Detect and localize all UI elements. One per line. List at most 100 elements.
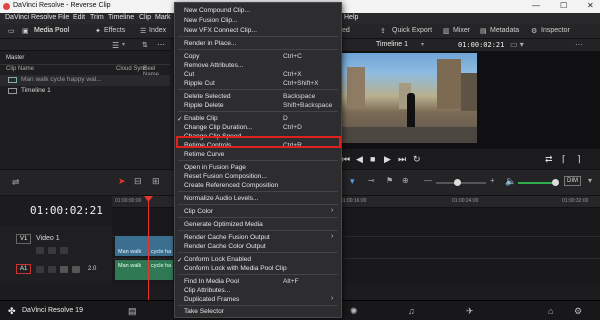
menu-render-cache-color-output[interactable]: Render Cache Color Output	[184, 243, 266, 250]
lock-audio-track-icon[interactable]	[36, 266, 44, 273]
menu-retime-curve[interactable]: Retime Curve	[184, 151, 224, 158]
menu-mark[interactable]: Mark	[155, 14, 171, 21]
zoom-in-icon[interactable]: +	[490, 176, 495, 185]
menu-enable-clip[interactable]: Enable Clip	[184, 115, 218, 122]
sort-icon[interactable]: ⇅	[142, 41, 148, 49]
auto-select-icon[interactable]	[48, 247, 56, 254]
metadata-button[interactable]: Metadata	[490, 27, 519, 34]
chevron-down-icon[interactable]: ▾	[122, 41, 125, 48]
play-icon[interactable]: ▶	[384, 154, 391, 165]
inspector-button[interactable]: Inspector	[541, 27, 570, 34]
more-options-icon[interactable]: ⋯	[575, 40, 583, 49]
close-button[interactable]: ✕	[587, 1, 594, 10]
play-reverse-icon[interactable]: ◀	[356, 154, 363, 165]
menu-create-referenced-composition[interactable]: Create Referenced Composition	[184, 182, 278, 189]
menu-new-compound-clip[interactable]: New Compound Clip...	[184, 7, 250, 14]
track-visibility-icon[interactable]	[60, 247, 68, 254]
mixer-icon[interactable]: ▥	[443, 27, 450, 35]
metadata-icon[interactable]: ▤	[480, 27, 487, 35]
zoom-slider-handle[interactable]	[454, 179, 461, 186]
link-icon[interactable]: ⊸	[368, 176, 375, 185]
layout-icon[interactable]: ▭	[8, 27, 15, 35]
deliver-page-icon[interactable]: ✈	[466, 306, 474, 317]
menu-remove-attributes[interactable]: Remove Attributes...	[184, 62, 243, 69]
maximize-button[interactable]: ☐	[560, 1, 567, 10]
track-badge-a1[interactable]: A1	[16, 264, 32, 274]
mark-in-icon[interactable]: ⌈	[562, 154, 566, 165]
menu-render-in-place[interactable]: Render in Place...	[184, 40, 236, 47]
bin-master[interactable]: Master	[6, 55, 24, 61]
fusion-page-icon[interactable]: ✺	[350, 306, 358, 317]
timeline-view-icon[interactable]: ⇌	[12, 177, 20, 188]
fairlight-page-icon[interactable]: ♫	[408, 306, 415, 316]
menu-davinci-resolve[interactable]: DaVinci Resolve	[5, 14, 56, 21]
mark-out-icon[interactable]: ⌉	[577, 154, 581, 165]
zoom-slider[interactable]	[436, 182, 486, 184]
volume-slider-handle[interactable]	[552, 179, 559, 186]
menu-open-in-fusion-page[interactable]: Open in Fusion Page	[184, 164, 246, 171]
media-pool-button[interactable]: Media Pool	[34, 27, 69, 34]
quick-export-button[interactable]: Quick Export	[392, 27, 432, 34]
menu-generate-optimized-media[interactable]: Generate Optimized Media	[184, 221, 263, 228]
pool-item-timeline[interactable]: Timeline 1	[21, 87, 51, 94]
volume-slider[interactable]	[518, 182, 554, 184]
menu-conform-lock-enabled[interactable]: Conform Lock Enabled	[184, 256, 251, 263]
jump-start-icon[interactable]: ⏮	[342, 154, 350, 165]
list-view-icon[interactable]: ☰	[112, 41, 119, 50]
menu-edit[interactable]: Edit	[73, 14, 85, 21]
mixer-button[interactable]: Mixer	[453, 27, 470, 34]
flag-icon[interactable]: ⚑	[386, 176, 393, 185]
menu-trim[interactable]: Trim	[90, 14, 104, 21]
media-page-icon[interactable]: ▤	[128, 306, 137, 317]
menu-cut[interactable]: Cut	[184, 71, 194, 78]
dim-button[interactable]: DIM	[564, 176, 581, 186]
inspector-icon[interactable]: ⚙	[531, 27, 537, 35]
index-button[interactable]: Index	[149, 27, 166, 34]
loop-icon[interactable]: ↻	[413, 154, 421, 165]
media-pool-icon[interactable]: ▣	[22, 27, 29, 35]
menu-new-vfx-connect-clip[interactable]: New VFX Connect Clip...	[184, 27, 257, 34]
zoom-out-icon[interactable]: —	[424, 176, 432, 185]
quick-export-icon[interactable]: ⇪	[380, 27, 386, 35]
chevron-down-icon[interactable]: ▾	[421, 41, 424, 48]
volume-icon[interactable]: 🔈	[505, 176, 516, 187]
settings-gear-icon[interactable]: ⚙	[574, 306, 582, 317]
menu-new-fusion-clip[interactable]: New Fusion Clip...	[184, 17, 238, 24]
menu-help[interactable]: Help	[344, 14, 358, 21]
menu-reset-fusion-composition[interactable]: Reset Fusion Composition...	[184, 173, 267, 180]
menu-copy[interactable]: Copy	[184, 53, 199, 60]
mute-button[interactable]	[72, 266, 80, 273]
menu-ripple-delete[interactable]: Ripple Delete	[184, 102, 224, 109]
trim-tool-icon[interactable]: ⊟	[134, 176, 142, 187]
jump-end-icon[interactable]: ⏭	[398, 154, 406, 165]
stop-icon[interactable]: ■	[370, 154, 375, 164]
menu-clip[interactable]: Clip	[139, 14, 151, 21]
match-frame-icon[interactable]: ⇄	[545, 154, 553, 165]
minimize-button[interactable]: —	[532, 1, 540, 10]
toolbar-partial-label[interactable]: ed	[342, 27, 350, 34]
menu-change-clip-duration[interactable]: Change Clip Duration...	[184, 124, 253, 131]
menu-duplicated-frames[interactable]: Duplicated Frames	[184, 296, 239, 303]
playhead[interactable]	[148, 196, 149, 300]
effects-button[interactable]: Effects	[104, 27, 125, 34]
menu-ripple-cut[interactable]: Ripple Cut	[184, 80, 215, 87]
menu-file[interactable]: File	[58, 14, 69, 21]
menu-clip-color[interactable]: Clip Color	[184, 208, 213, 215]
menu-delete-selected[interactable]: Delete Selected	[184, 93, 231, 100]
solo-button[interactable]	[60, 266, 68, 273]
menu-render-cache-fusion-output[interactable]: Render Cache Fusion Output	[184, 234, 270, 241]
viewer-options-icon[interactable]: ▭ ▾	[510, 40, 524, 49]
menu-timeline[interactable]: Timeline	[108, 14, 134, 21]
snapping-icon[interactable]: ▾	[350, 176, 355, 187]
home-icon[interactable]: ⌂	[548, 306, 553, 316]
menu-conform-lock-media-pool-clip[interactable]: Conform Lock with Media Pool Clip	[184, 265, 287, 272]
auto-select-audio-icon[interactable]	[48, 266, 56, 273]
selection-tool-icon[interactable]: ➤	[118, 176, 126, 187]
index-icon[interactable]: ☰	[140, 27, 146, 35]
pool-item-clip[interactable]: Man walk cycle happy wal...	[21, 76, 102, 83]
track-badge-v1[interactable]: V1	[16, 234, 32, 244]
chevron-down-icon[interactable]: ▾	[588, 176, 592, 185]
viewer-timeline-name[interactable]: Timeline 1	[376, 41, 408, 48]
column-clip-name[interactable]: Clip Name	[6, 66, 34, 72]
lock-track-icon[interactable]	[36, 247, 44, 254]
